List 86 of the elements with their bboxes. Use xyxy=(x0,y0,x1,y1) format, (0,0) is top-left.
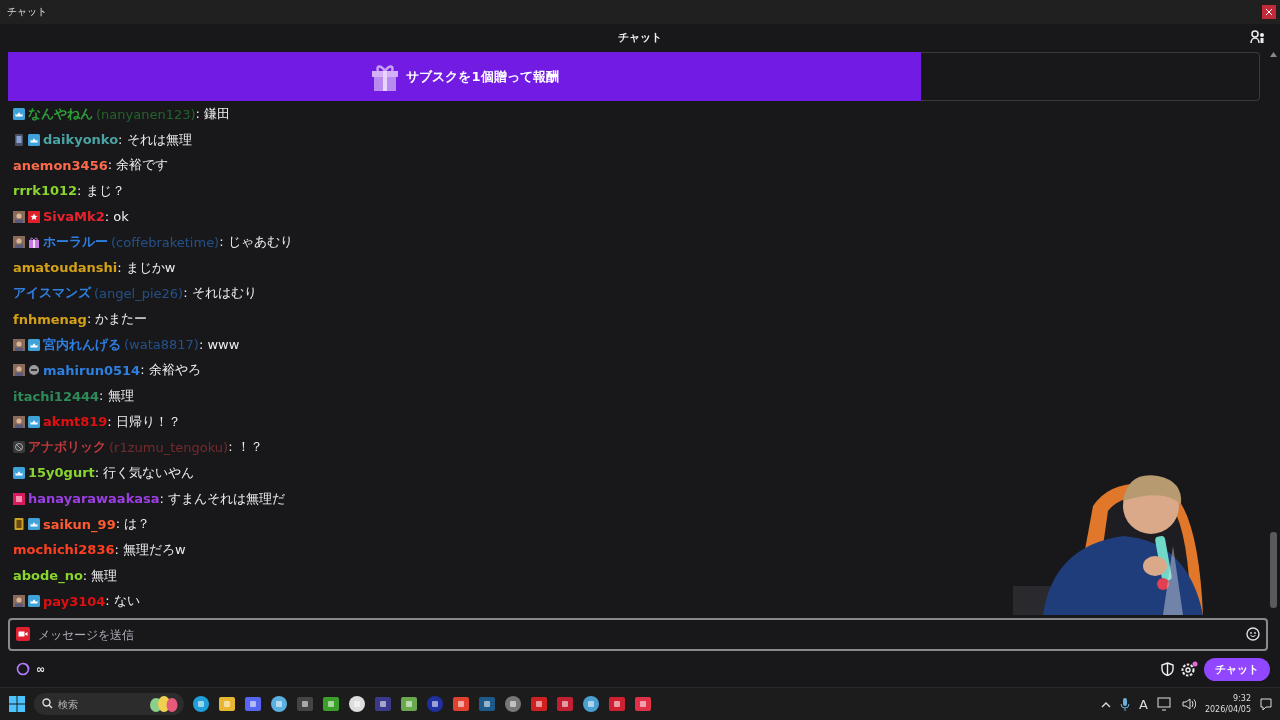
crown-badge-icon xyxy=(13,466,25,479)
chat-button[interactable]: チャット xyxy=(1204,657,1270,681)
username[interactable]: hanayarawaakasa xyxy=(28,491,160,507)
chat-title: チャット xyxy=(618,29,662,45)
message-text: : すまんそれは無理だ xyxy=(159,489,286,508)
gift-sub-banner[interactable]: サブスクを1個贈って報酬 xyxy=(8,52,921,102)
crown-badge-icon xyxy=(28,595,40,608)
message-text: : 鎌田 xyxy=(195,105,231,123)
microphone-icon[interactable] xyxy=(1120,697,1130,711)
username[interactable]: fnhmenag xyxy=(13,311,87,327)
search-icon xyxy=(42,698,53,709)
username[interactable]: SivaMk2 xyxy=(43,209,105,225)
message-text: : 日帰り！？ xyxy=(107,412,181,431)
username[interactable]: rrrk1012 xyxy=(13,183,78,199)
avatar-icon xyxy=(13,338,25,351)
message-text: : ！？ xyxy=(228,438,263,457)
network-icon[interactable] xyxy=(1156,697,1173,711)
clock-date: 2026/04/05 xyxy=(1204,704,1251,715)
avatar-icon xyxy=(13,415,25,428)
speaker-icon[interactable] xyxy=(1181,698,1196,710)
scrollbar-thumb[interactable] xyxy=(1269,532,1277,608)
avatar-icon xyxy=(13,236,25,249)
message-text: : まじかw xyxy=(117,258,176,277)
message-input[interactable]: メッセージを送信 xyxy=(8,618,1268,651)
message-text: : 行く気ないやん xyxy=(94,463,195,482)
crown-badge-icon xyxy=(28,133,40,146)
username[interactable]: mochichi2836 xyxy=(13,542,115,558)
login-name: (wata8817) xyxy=(124,337,199,353)
message-text: : 余裕やろ xyxy=(140,361,201,380)
username[interactable]: 15y0gurt xyxy=(28,465,95,481)
username[interactable]: amatoudanshi xyxy=(13,260,118,276)
eggs-icon xyxy=(148,695,178,713)
message-text: : 無理 xyxy=(99,387,134,406)
close-button[interactable] xyxy=(1262,5,1276,19)
login-name: (angel_pie26) xyxy=(94,286,184,301)
message-text: : じゃあむり xyxy=(219,233,293,252)
username[interactable]: なんやねん xyxy=(28,105,93,123)
slash-badge-icon xyxy=(13,441,25,454)
users-icon[interactable] xyxy=(1250,29,1266,45)
message-text: : まじ？ xyxy=(77,181,125,200)
message-text: : 無理だろw xyxy=(114,540,186,559)
message-text: : は？ xyxy=(115,515,151,534)
ime-indicator[interactable]: A xyxy=(1139,696,1148,712)
trading-card-badge-icon xyxy=(13,518,25,531)
username[interactable]: saikun_99 xyxy=(43,516,116,532)
points-count: ∞ xyxy=(36,662,46,676)
username[interactable]: アイスマンズ xyxy=(13,284,91,303)
star-badge-icon xyxy=(28,210,40,223)
username[interactable]: アナボリック xyxy=(28,438,106,457)
message-text: : 無理 xyxy=(82,566,118,583)
login-name: (nanyanen123) xyxy=(96,106,196,122)
message-text: : それはむり xyxy=(183,284,257,303)
avatar-icon xyxy=(13,364,25,377)
message-text: : www xyxy=(198,337,240,353)
windows-start-icon[interactable] xyxy=(8,695,26,713)
message-text: : かまたー xyxy=(86,310,148,329)
message-text: : 余裕です xyxy=(107,156,169,175)
scroll-up-icon[interactable] xyxy=(1269,52,1277,57)
notification-icon[interactable] xyxy=(1260,697,1272,711)
username[interactable]: anemon3456 xyxy=(13,157,108,173)
message-text: : それは無理 xyxy=(118,130,192,149)
username[interactable]: ホーラルー xyxy=(43,233,108,252)
window-title: チャット xyxy=(7,5,47,19)
camera-icon[interactable] xyxy=(16,627,30,641)
emoji-icon[interactable] xyxy=(1246,627,1260,641)
username[interactable]: abode_no xyxy=(13,568,83,584)
message-text: : ok xyxy=(104,209,129,225)
login-name: (coffebraketime) xyxy=(111,234,220,250)
avatar-icon xyxy=(13,595,25,608)
gift-badge-icon xyxy=(28,236,40,249)
crown-badge-icon xyxy=(13,108,25,120)
card-badge-icon xyxy=(13,133,25,146)
points-icon[interactable] xyxy=(16,662,30,676)
crown-badge-icon xyxy=(28,415,40,428)
message-text: : ない xyxy=(105,592,140,611)
avatar-icon xyxy=(13,210,25,223)
square-badge-icon xyxy=(13,492,25,505)
crown-badge-icon xyxy=(28,338,40,351)
login-name: (r1zumu_tengoku) xyxy=(109,439,229,455)
close-icon xyxy=(1266,9,1272,15)
clock-time: 9:32 xyxy=(1233,693,1251,704)
settings-icon[interactable] xyxy=(1180,661,1198,677)
chevron-up-icon[interactable] xyxy=(1101,700,1111,708)
shield-icon[interactable] xyxy=(1161,662,1174,676)
crown-badge-icon xyxy=(28,518,40,531)
username[interactable]: 宮内れんげる xyxy=(43,335,121,354)
